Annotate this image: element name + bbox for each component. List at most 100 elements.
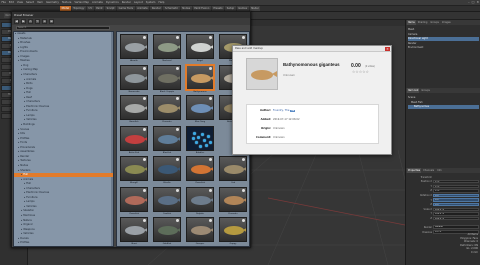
preset-thumbnail[interactable]: Bonefish	[119, 95, 149, 125]
tree-node[interactable]: Skeleton	[14, 209, 113, 213]
grid-view-icon[interactable]: ⊞	[49, 19, 54, 24]
rating-stars[interactable]: ☆☆☆☆☆	[352, 70, 369, 74]
tree-node[interactable]: Shaders	[14, 169, 113, 173]
favorite-icon[interactable]	[242, 36, 245, 39]
panel-tab[interactable]: Channels	[422, 168, 435, 173]
property-field[interactable]: 100.0 %	[433, 212, 479, 216]
preset-thumbnail[interactable]: Bluefin	[152, 156, 182, 186]
home-icon[interactable]: ⌂	[28, 19, 33, 24]
tree-node[interactable]: Environments	[14, 50, 113, 54]
tree-node[interactable]: Lights	[14, 46, 113, 50]
tree-node[interactable]: Weapons	[14, 228, 113, 232]
tree-node[interactable]: Images	[14, 55, 113, 59]
tree-node[interactable]: Vehicles	[14, 205, 113, 209]
scene-item[interactable]: Render	[408, 42, 479, 46]
preset-thumbnail[interactable]: Clownfish	[119, 186, 149, 217]
property-field[interactable]: 0 m	[433, 184, 479, 188]
tree-node[interactable]: Electronic Devices	[14, 105, 113, 109]
preset-thumbnail[interactable]: Bluefish	[152, 125, 182, 156]
tree-node[interactable]: Animals	[14, 78, 113, 82]
minimize-button[interactable]: –	[468, 0, 470, 4]
favorite-icon[interactable]	[242, 158, 245, 161]
preset-thumbnail[interactable]: Barracuda	[119, 64, 149, 95]
tree-node[interactable]: Buildings	[14, 123, 113, 127]
tree-node[interactable]: Vehicles	[14, 232, 113, 236]
preset-thumbnail[interactable]: Dolphin	[185, 186, 215, 217]
property-field[interactable]: 0.0 °	[433, 198, 479, 202]
tree-node[interactable]: Lamps	[14, 200, 113, 204]
favorite-icon[interactable]	[209, 219, 212, 222]
tree-node[interactable]: Render	[14, 155, 113, 159]
tree-node[interactable]: Furniture	[14, 109, 113, 113]
preset-thumbnail[interactable]: Flounder	[152, 95, 182, 125]
tree-node[interactable]: Materials	[14, 37, 113, 41]
panel-tab[interactable]: Images	[441, 20, 452, 25]
favorite-icon[interactable]	[143, 66, 146, 70]
tree-node[interactable]: Decals	[14, 237, 113, 241]
preset-thumbnail[interactable]: Bathynomus	[185, 64, 215, 95]
favorite-icon[interactable]	[176, 188, 179, 192]
layout-tab[interactable]: Nodal	[249, 6, 260, 11]
menu-item[interactable]: File	[0, 1, 7, 4]
tree-node[interactable]: Textures	[14, 159, 113, 163]
preset-thumbnail[interactable]: Cowfish	[152, 186, 182, 217]
menu-item[interactable]: Geometry	[44, 1, 60, 4]
item-list-row[interactable]: Mesh Fish	[408, 101, 479, 105]
favorite-icon[interactable]	[143, 36, 146, 39]
preset-thumbnail[interactable]: Alewife	[119, 34, 149, 64]
list-view-icon[interactable]: ≡	[42, 19, 47, 24]
favorite-icon[interactable]	[176, 219, 179, 222]
tree-node[interactable]: Nature	[14, 219, 113, 223]
favorite-icon[interactable]	[176, 66, 179, 70]
scene-item[interactable]: Directional Light	[408, 37, 479, 41]
tree-node[interactable]: Vehicles	[14, 118, 113, 122]
preset-thumbnail[interactable]: Black Crappie	[152, 64, 182, 95]
tree-node[interactable]: Fonts	[14, 141, 113, 145]
maximize-button[interactable]: □	[472, 0, 475, 4]
favorite-icon[interactable]	[143, 158, 146, 161]
property-field[interactable]: Default	[433, 225, 479, 229]
preset-thumbnail[interactable]: Blue Tang	[185, 95, 215, 125]
info-value[interactable]: Foundry, The MA	[273, 109, 296, 112]
tree-node[interactable]: Dog	[14, 64, 113, 68]
tree-node[interactable]: Assets	[14, 32, 113, 36]
tree-node[interactable]: Ceiling Map	[14, 68, 113, 72]
favorite-icon[interactable]	[176, 97, 179, 100]
tree-node[interactable]: Meshes	[14, 59, 113, 63]
favorite-icon[interactable]	[143, 219, 146, 222]
favorite-icon[interactable]	[242, 219, 245, 222]
preset-thumbnail[interactable]: Ghost	[119, 217, 149, 246]
preset-thumbnail[interactable]: Cod	[218, 156, 248, 186]
menu-item[interactable]: View	[15, 1, 24, 4]
tree-node[interactable]: Assemblies	[14, 150, 113, 154]
favorite-icon[interactable]	[209, 66, 212, 70]
property-field[interactable]: 0.0 °	[433, 193, 479, 198]
tree-node[interactable]: Reef	[14, 96, 113, 100]
tree-node[interactable]: Lamps	[14, 114, 113, 118]
item-list-row[interactable]: Bathynomus	[408, 105, 479, 109]
menu-item[interactable]: Select	[25, 1, 36, 4]
favorite-icon[interactable]	[143, 188, 146, 192]
menu-item[interactable]: Dynamics	[104, 1, 120, 4]
preset-thumbnail[interactable]: Bluegill	[119, 156, 149, 186]
favorite-icon[interactable]	[209, 36, 212, 39]
favorite-icon[interactable]	[209, 158, 212, 161]
tree-node[interactable]: Organic	[14, 223, 113, 227]
panel-tab[interactable]: Shading	[417, 20, 429, 25]
menu-item[interactable]: System	[144, 1, 157, 4]
preset-thumbnail[interactable]: Mackerel	[152, 34, 182, 64]
scene-item[interactable]: Environment	[408, 46, 479, 50]
favorite-icon[interactable]	[176, 158, 179, 161]
forward-icon[interactable]: ▶	[21, 19, 26, 24]
panel-tab[interactable]: Info	[436, 168, 443, 173]
preset-thumbnail[interactable]: Grouper	[185, 217, 215, 246]
tree-node[interactable]: Nodes	[14, 164, 113, 168]
property-field[interactable]: 0.0 °	[433, 202, 479, 207]
browser-search-input[interactable]: Search	[16, 26, 110, 30]
property-field[interactable]: 100.0 %	[433, 207, 479, 211]
tree-node[interactable]: Animals	[14, 178, 113, 182]
favorite-icon[interactable]	[209, 188, 212, 192]
panel-tab[interactable]: Properties	[407, 168, 422, 173]
panel-tab[interactable]: Item List	[407, 88, 420, 93]
menu-item[interactable]: Render	[120, 1, 132, 4]
